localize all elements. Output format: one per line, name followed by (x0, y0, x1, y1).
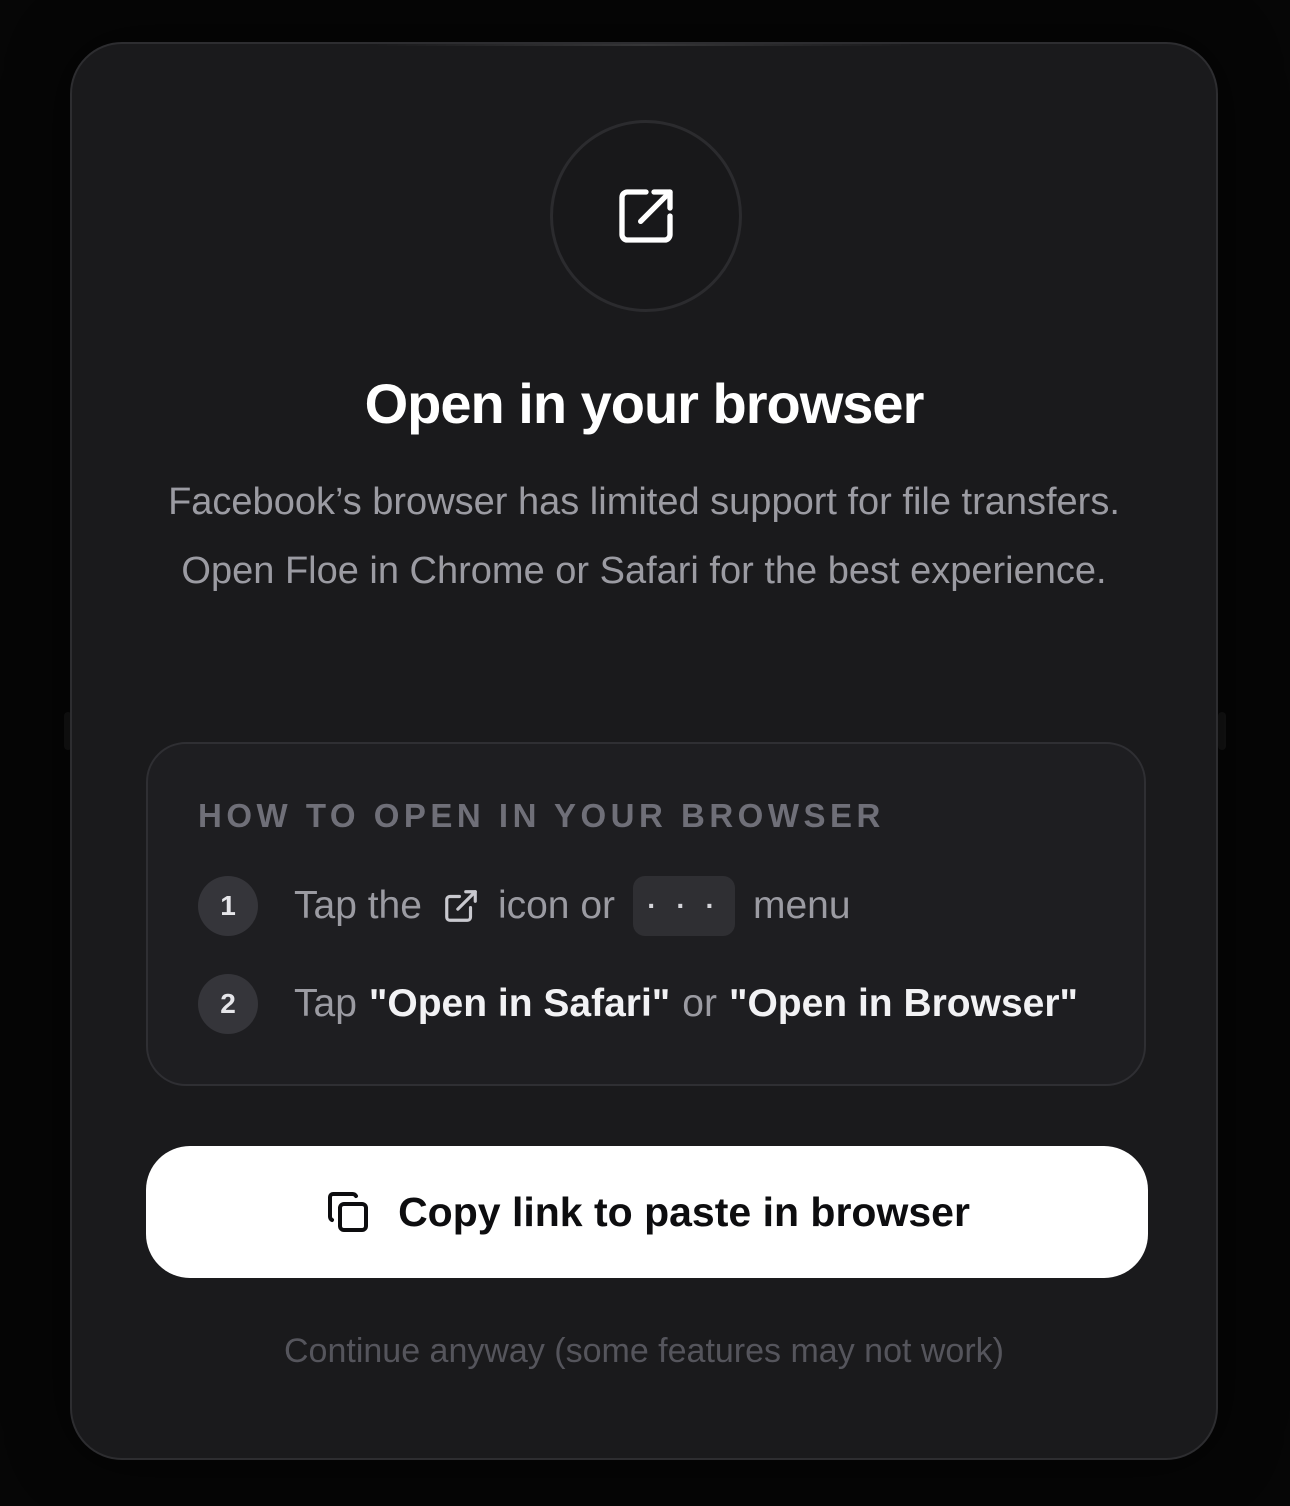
open-in-browser-dialog: Open in your browser Facebook’s browser … (70, 42, 1218, 1460)
step-2-text: Tap "Open in Safari" or "Open in Browser… (294, 982, 1078, 1026)
copy-link-button[interactable]: Copy link to paste in browser (146, 1146, 1148, 1278)
dialog-title: Open in your browser (364, 372, 925, 435)
dialog-description: Facebook’s browser has limited support f… (168, 481, 1120, 592)
step-1-text: Tap the icon or · · · menu (294, 876, 851, 936)
background-edge-right (1218, 712, 1226, 750)
copy-link-label: Copy link to paste in browser (398, 1188, 970, 1235)
external-link-icon (619, 189, 673, 243)
step-1-text-before: Tap the (294, 884, 422, 927)
continue-anyway-link[interactable]: Continue anyway (some features may not w… (72, 1326, 1216, 1376)
header-icon-badge (550, 120, 742, 312)
step-2: 2 Tap "Open in Safari" or "Open in Brows… (198, 974, 1078, 1034)
step-number-badge: 2 (198, 974, 258, 1034)
howto-heading: HOW TO OPEN IN YOUR BROWSER (198, 797, 885, 834)
step-1-text-after: menu (753, 884, 851, 927)
step-2-option-browser: "Open in Browser" (728, 982, 1078, 1025)
howto-panel: HOW TO OPEN IN YOUR BROWSER 1 Tap the ic… (146, 742, 1146, 1086)
step-2-option-safari: "Open in Safari" (368, 982, 671, 1025)
copy-icon (328, 1192, 369, 1232)
step-number-badge: 1 (198, 876, 258, 936)
step-2-text-before: Tap (294, 982, 357, 1025)
more-menu-pill: · · · (633, 876, 735, 936)
step-1-text-middle: icon or (497, 884, 615, 927)
step-2-connector: or (682, 982, 717, 1025)
external-link-icon (442, 887, 480, 925)
step-1: 1 Tap the icon or · · · menu (198, 876, 851, 936)
